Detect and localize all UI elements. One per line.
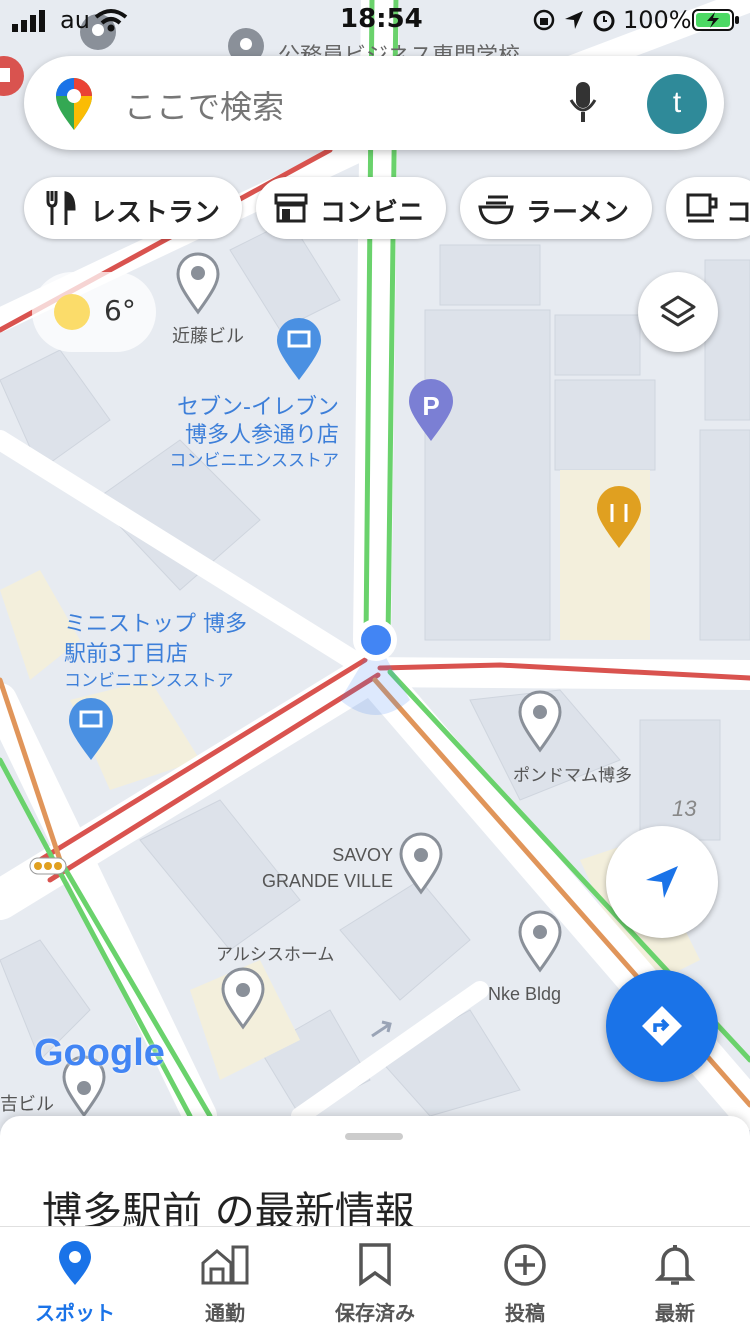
nav-tab-saved[interactable]: 保存済み xyxy=(300,1227,450,1335)
restaurant-icon xyxy=(46,191,76,225)
layers-button[interactable] xyxy=(638,272,718,352)
chip-label: コ xyxy=(726,198,750,228)
nav-label: 投稿 xyxy=(505,1301,545,1325)
chip-coffee[interactable]: コ xyxy=(666,177,750,239)
place-name: SAVOY xyxy=(332,845,393,865)
coffee-icon xyxy=(686,193,718,223)
map-label-kondo[interactable]: 近藤ビル xyxy=(172,322,244,348)
signal-icon xyxy=(12,10,45,32)
map-label-savoy[interactable]: SAVOY GRANDE VILLE xyxy=(258,842,393,894)
place-name: 駅前3丁目店 xyxy=(64,642,188,667)
orientation-lock-icon xyxy=(533,9,555,31)
google-logo: Google xyxy=(34,1032,165,1074)
nav-tab-commute[interactable]: 通勤 xyxy=(150,1227,300,1335)
chip-convenience-store[interactable]: コンビニ xyxy=(256,177,446,239)
add-circle-icon xyxy=(504,1244,546,1286)
my-location-button[interactable] xyxy=(606,826,718,938)
place-name: GRANDE VILLE xyxy=(261,871,393,891)
layers-icon xyxy=(660,295,696,327)
store-icon xyxy=(274,193,308,223)
bell-icon xyxy=(654,1245,696,1285)
battery-charging-icon xyxy=(692,9,739,31)
road-number-label: 13 xyxy=(672,796,697,821)
navigation-arrow-icon xyxy=(646,866,678,898)
search-bar[interactable]: ここで検索 t xyxy=(24,56,724,150)
microphone-icon[interactable] xyxy=(569,82,597,124)
nav-tab-spot[interactable]: スポット xyxy=(0,1227,150,1335)
commute-icon xyxy=(201,1245,249,1285)
nav-label: 最新 xyxy=(655,1301,695,1325)
place-type: コンビニエンスストア xyxy=(64,671,234,691)
map-label-pondomam[interactable]: ポンドマム博多 xyxy=(513,761,632,786)
search-input[interactable]: ここで検索 xyxy=(124,82,284,128)
bottom-navigation: スポット 通勤 保存済み 投稿 最新 xyxy=(0,1226,750,1335)
nav-label: 保存済み xyxy=(335,1301,415,1325)
wifi-icon xyxy=(94,9,128,32)
nav-label: 通勤 xyxy=(205,1301,245,1325)
chip-label: ラーメン xyxy=(526,198,629,228)
nav-label: スポット xyxy=(35,1301,115,1325)
status-bar: au 18:54 100% xyxy=(0,0,750,40)
weather-widget[interactable]: 6° xyxy=(32,272,156,352)
place-name: セブン-イレブン xyxy=(177,395,339,420)
nav-tab-latest[interactable]: 最新 xyxy=(600,1227,750,1335)
chip-label: コンビニ xyxy=(320,198,425,228)
map-label-yoshi[interactable]: 吉ビル xyxy=(0,1090,54,1116)
map-label-ministop[interactable]: ミニストップ 博多 駅前3丁目店 コンビニエンスストア xyxy=(64,610,304,692)
account-avatar[interactable]: t xyxy=(647,74,707,134)
alarm-icon xyxy=(593,10,615,32)
place-name: ミニストップ 博多 xyxy=(64,612,247,637)
chip-ramen[interactable]: ラーメン xyxy=(460,177,652,239)
carrier-label: au xyxy=(60,6,90,34)
location-arrow-icon xyxy=(565,11,583,29)
ramen-icon xyxy=(478,195,514,225)
place-name: 博多人参通り店 xyxy=(184,423,339,448)
map-label-arushis[interactable]: アルシスホーム xyxy=(216,940,334,965)
spot-pin-icon xyxy=(59,1241,91,1285)
sun-icon xyxy=(54,294,90,330)
bookmark-icon xyxy=(359,1243,391,1287)
google-maps-logo-icon xyxy=(56,78,92,130)
chip-restaurant[interactable]: レストラン xyxy=(24,177,242,239)
nav-tab-post[interactable]: 投稿 xyxy=(450,1227,600,1335)
battery-percent: 100% xyxy=(623,6,692,34)
weather-temperature: 6° xyxy=(104,294,136,327)
sheet-drag-handle[interactable] xyxy=(345,1133,403,1140)
place-type: コンビニエンスストア xyxy=(169,451,339,471)
directions-button[interactable] xyxy=(606,970,718,1082)
svg-text:P: P xyxy=(422,391,439,421)
chip-label: レストラン xyxy=(90,198,221,228)
map-label-nke[interactable]: Nke Bldg xyxy=(488,984,561,1005)
directions-icon xyxy=(642,1006,682,1046)
map-label-seven-eleven[interactable]: セブン-イレブン 博多人参通り店 コンビニエンスストア xyxy=(124,394,339,472)
status-time: 18:54 xyxy=(340,4,423,34)
